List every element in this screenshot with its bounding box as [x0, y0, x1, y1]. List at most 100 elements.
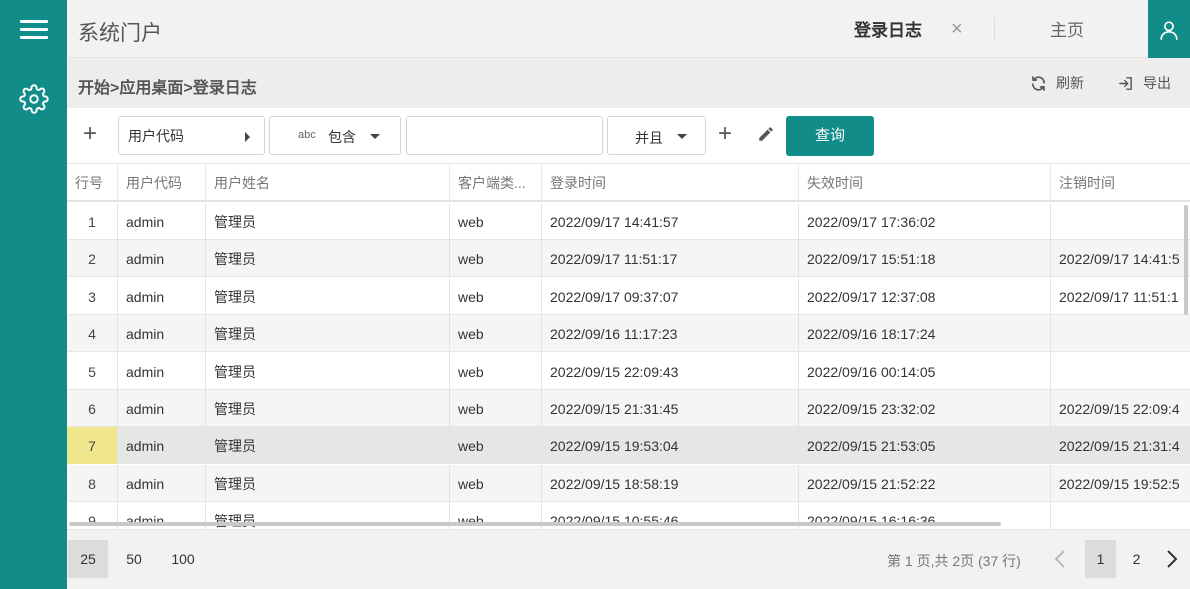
cell-user-code: admin — [118, 464, 206, 502]
cell-row-number: 1 — [67, 203, 118, 240]
cell-client-type: web — [450, 240, 542, 278]
tab-close-icon[interactable]: × — [951, 19, 963, 39]
cell-login-time: 2022/09/17 14:41:57 — [542, 203, 799, 240]
next-page-icon[interactable] — [1166, 549, 1178, 574]
col-header-expire-time[interactable]: 失效时间 — [799, 165, 1051, 202]
cell-expire-time: 2022/09/15 21:53:05 — [799, 427, 1051, 465]
cell-client-type: web — [450, 315, 542, 353]
filter-operator-select[interactable]: abc 包含 — [269, 116, 401, 155]
refresh-button[interactable]: 刷新 — [1030, 72, 1084, 94]
cell-user-code: admin — [118, 277, 206, 315]
cell-login-time: 2022/09/15 22:09:43 — [542, 352, 799, 390]
col-header-user-code[interactable]: 用户代码 — [118, 165, 206, 202]
col-header-row-number[interactable]: 行号 — [67, 165, 118, 202]
cell-client-type: web — [450, 277, 542, 315]
cell-user-name: 管理员 — [206, 464, 450, 502]
cell-logout-time — [1051, 203, 1190, 240]
horizontal-scrollbar[interactable] — [69, 522, 1001, 526]
refresh-label: 刷新 — [1056, 75, 1084, 91]
cell-user-code: admin — [118, 427, 206, 465]
add-condition-icon[interactable]: + — [718, 122, 732, 146]
cell-logout-time: 2022/09/15 19:52:5 — [1059, 475, 1180, 492]
filter-field-label: 用户代码 — [128, 128, 184, 144]
menu-icon[interactable] — [20, 20, 48, 40]
page-1-button[interactable]: 1 — [1085, 540, 1116, 578]
page-2-button[interactable]: 2 — [1121, 540, 1152, 578]
gear-icon[interactable] — [19, 84, 49, 114]
cell-row-number: 7 — [67, 427, 118, 465]
cell-logout-time: 2022/09/17 14:41:5 — [1059, 251, 1180, 268]
cell-user-name: 管理员 — [206, 203, 450, 240]
filter-value-input[interactable] — [406, 116, 603, 155]
cell-client-type: web — [450, 427, 542, 465]
user-button[interactable] — [1148, 0, 1190, 58]
refresh-icon — [1031, 75, 1046, 91]
table-row[interactable]: 7 admin 管理员 web 2022/09/15 19:53:04 2022/09/1… — [67, 427, 1190, 465]
table-row[interactable]: 3 admin 管理员 web 2022/09/17 09:37:07 2022/09/1… — [67, 277, 1190, 315]
cell-user-name: 管理员 — [206, 390, 450, 427]
breadcrumb-bar: 开始>应用桌面>登录日志 刷新 导出 — [67, 58, 1190, 108]
export-icon — [1119, 76, 1132, 90]
col-header-user-name[interactable]: 用户姓名 — [206, 165, 450, 202]
caret-right-icon — [245, 132, 250, 142]
cell-row-number: 2 — [67, 240, 118, 278]
caret-down-icon — [370, 134, 380, 139]
filter-bar: + 用户代码 abc 包含 并且 + 查询 — [67, 108, 1190, 164]
cell-login-time: 2022/09/17 09:37:07 — [542, 277, 799, 315]
cell-row-number: 5 — [67, 352, 118, 390]
cell-client-type: web — [450, 390, 542, 427]
prev-page-icon[interactable] — [1054, 549, 1066, 574]
user-icon — [1160, 21, 1178, 40]
cell-login-time: 2022/09/17 11:51:17 — [542, 240, 799, 278]
page-size-50[interactable]: 50 — [114, 540, 154, 578]
table-row[interactable]: 4 admin 管理员 web 2022/09/16 11:17:23 2022/09/1… — [67, 315, 1190, 353]
cell-row-number: 3 — [67, 277, 118, 315]
cell-logout-time: 2022/09/17 11:51:1 — [1059, 288, 1179, 305]
cell-user-name: 管理员 — [206, 240, 450, 278]
filter-logic-select[interactable]: 并且 — [607, 116, 706, 155]
col-header-logout-time[interactable]: 注销时间 — [1051, 165, 1190, 202]
query-button[interactable]: 查询 — [786, 116, 874, 156]
table-row[interactable]: 5 admin 管理员 web 2022/09/15 22:09:43 2022/09/1… — [67, 352, 1190, 390]
cell-expire-time: 2022/09/15 23:32:02 — [799, 390, 1051, 427]
cell-logout-time — [1051, 353, 1190, 390]
top-bar: 系统门户 登录日志 × 主页 — [67, 0, 1190, 58]
cell-row-number: 4 — [67, 315, 118, 353]
cell-expire-time: 2022/09/16 18:17:24 — [799, 315, 1051, 353]
vertical-scrollbar[interactable] — [1184, 205, 1188, 315]
cell-logout-time: 2022/09/15 22:09:4 — [1059, 401, 1180, 417]
cell-user-name: 管理员 — [206, 352, 450, 390]
filter-logic-label: 并且 — [635, 130, 663, 146]
cell-user-code: admin — [118, 315, 206, 353]
edit-icon[interactable] — [757, 125, 775, 148]
cell-user-name: 管理员 — [206, 315, 450, 353]
col-header-login-time[interactable]: 登录时间 — [542, 165, 799, 202]
tab-home[interactable]: 主页 — [1007, 0, 1127, 58]
cell-client-type: web — [450, 464, 542, 502]
tab-divider — [994, 18, 995, 42]
cell-user-name: 管理员 — [206, 277, 450, 315]
table-row[interactable]: 6 admin 管理员 web 2022/09/15 21:31:45 2022/09/1… — [67, 390, 1190, 427]
filter-operator-label: 包含 — [328, 129, 356, 145]
cell-row-number: 8 — [67, 464, 118, 502]
filter-field-select[interactable]: 用户代码 — [118, 116, 265, 155]
cell-login-time: 2022/09/15 21:31:45 — [542, 390, 799, 427]
pagination-bar: 25 50 100 第 1 页,共 2页 (37 行) 1 2 — [67, 529, 1190, 589]
breadcrumb: 开始>应用桌面>登录日志 — [78, 80, 257, 97]
cell-expire-time: 2022/09/17 17:36:02 — [799, 203, 1051, 240]
export-button[interactable]: 导出 — [1117, 72, 1171, 94]
cell-login-time: 2022/09/16 11:17:23 — [542, 315, 799, 353]
cell-client-type: web — [450, 203, 542, 240]
page-size-25[interactable]: 25 — [68, 540, 108, 578]
table-row[interactable]: 2 admin 管理员 web 2022/09/17 11:51:17 2022/09/1… — [67, 240, 1190, 278]
page-size-100[interactable]: 100 — [163, 540, 203, 578]
col-header-client-type[interactable]: 客户端类... — [450, 165, 542, 202]
caret-down-icon — [677, 134, 687, 139]
table-row[interactable]: 8 admin 管理员 web 2022/09/15 18:58:19 2022/09/1… — [67, 464, 1190, 502]
cell-user-code: admin — [118, 390, 206, 427]
cell-user-code: admin — [118, 203, 206, 240]
tab-login-log[interactable]: 登录日志 — [847, 0, 997, 58]
table-row[interactable]: 1 admin 管理员 web 2022/09/17 14:41:57 2022/09/1… — [67, 203, 1190, 240]
add-filter-icon[interactable]: + — [83, 122, 97, 146]
text-type-icon: abc — [298, 129, 316, 141]
